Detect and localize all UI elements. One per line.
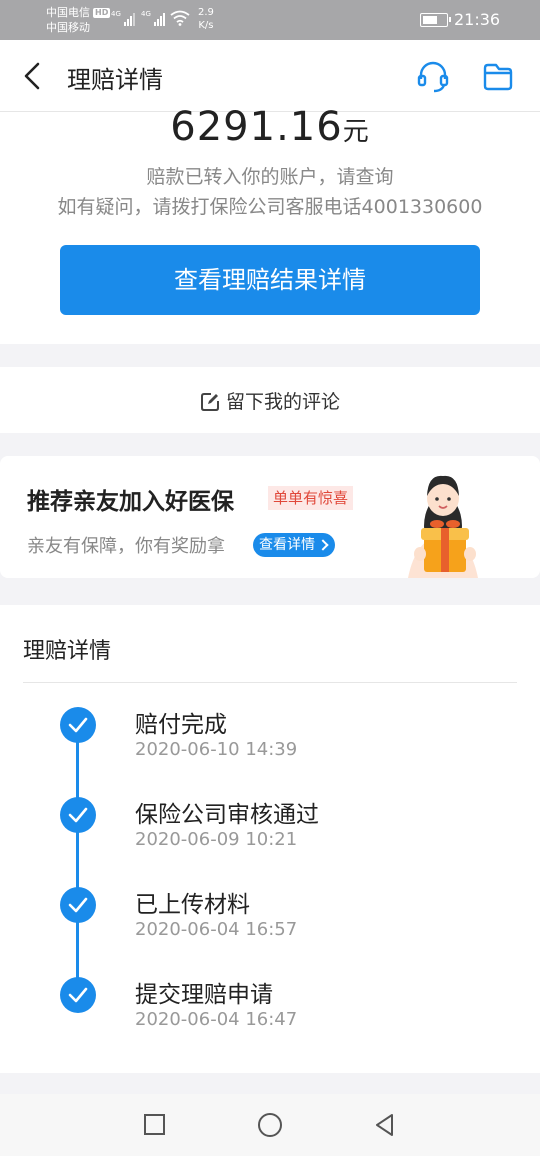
page-title: 理赔详情: [67, 66, 163, 94]
step-title: 提交理赔申请: [135, 982, 273, 1008]
clock: 21:36: [454, 10, 501, 29]
promo-view-details-button[interactable]: 查看详情: [253, 533, 335, 557]
check-icon: [60, 977, 96, 1013]
referral-banner[interactable]: 推荐亲友加入好医保 单单有惊喜 亲友有保障，你有奖励拿 查看详情: [0, 456, 540, 578]
signal-icon: 4G: [141, 10, 165, 26]
nav-bar: 理赔详情: [0, 40, 540, 112]
step-time: 2020-06-04 16:47: [135, 1009, 298, 1030]
timeline-step: 保险公司审核通过 2020-06-09 10:21: [0, 797, 540, 867]
back-icon[interactable]: [18, 60, 48, 92]
comment-label: 留下我的评论: [225, 391, 340, 413]
system-back-icon[interactable]: [372, 1112, 398, 1138]
hd-badge: HD: [93, 8, 111, 18]
comment-row[interactable]: 留下我的评论: [0, 367, 540, 433]
step-title: 赔付完成: [135, 712, 227, 738]
signal-icon: 4G: [111, 10, 135, 26]
payout-amount: 6291.16元: [170, 104, 370, 150]
transfer-note: 赔款已转入你的账户，请查询: [146, 166, 394, 188]
divider: [23, 682, 517, 683]
gift-girl-illustration: [408, 475, 478, 578]
check-icon: [60, 797, 96, 833]
step-time: 2020-06-09 10:21: [135, 829, 298, 850]
carrier-info: 中国电信 HD 中国移动: [46, 5, 111, 35]
customer-service-icon[interactable]: [416, 60, 450, 94]
view-claim-result-button[interactable]: 查看理赔结果详情: [60, 245, 480, 315]
payout-card: 6291.16元 赔款已转入你的账户，请查询 如有疑问，请拨打保险公司客服电话4…: [0, 104, 540, 344]
system-nav-bar: [0, 1094, 540, 1156]
step-title: 保险公司审核通过: [135, 802, 319, 828]
promo-title: 推荐亲友加入好医保: [27, 489, 234, 515]
network-speed: 2.9 K/s: [198, 7, 214, 31]
folder-icon[interactable]: [482, 62, 514, 92]
step-time: 2020-06-10 14:39: [135, 739, 298, 760]
claim-detail-section: 理赔详情 赔付完成 2020-06-10 14:39 保险公司审核通过 2020…: [0, 605, 540, 1073]
recent-apps-icon[interactable]: [144, 1114, 165, 1135]
status-bar: 中国电信 HD 中国移动 4G 4G 2.9 K/s 21:36: [0, 0, 540, 40]
promo-tag: 单单有惊喜: [268, 486, 354, 510]
edit-icon: [200, 393, 219, 411]
step-time: 2020-06-04 16:57: [135, 919, 298, 940]
section-heading: 理赔详情: [23, 639, 112, 664]
timeline-step: 已上传材料 2020-06-04 16:57: [0, 887, 540, 957]
carrier1: 中国电信: [46, 6, 90, 19]
timeline-step: 赔付完成 2020-06-10 14:39: [0, 707, 540, 777]
wifi-icon: [170, 10, 190, 26]
payout-unit: 元: [342, 117, 370, 147]
timeline-step: 提交理赔申请 2020-06-04 16:47: [0, 977, 540, 1047]
home-icon[interactable]: [258, 1113, 282, 1137]
battery-icon: [420, 13, 451, 27]
contact-note: 如有疑问，请拨打保险公司客服电话4001330600: [57, 196, 483, 218]
check-icon: [60, 707, 96, 743]
carrier2: 中国移动: [46, 21, 90, 34]
promo-subtitle: 亲友有保障，你有奖励拿: [27, 536, 225, 557]
step-title: 已上传材料: [135, 892, 250, 918]
check-icon: [60, 887, 96, 923]
